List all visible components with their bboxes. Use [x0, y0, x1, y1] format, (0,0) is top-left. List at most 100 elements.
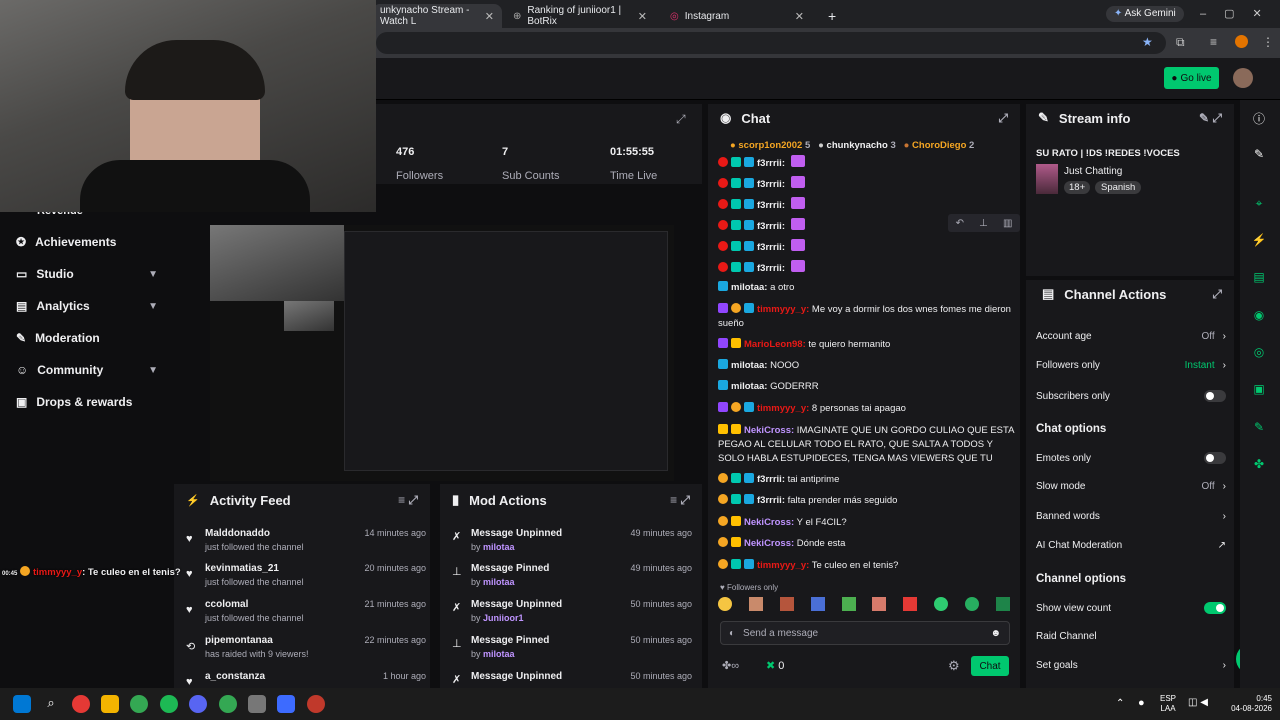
mod-user[interactable]: milotaa: [483, 649, 515, 659]
sidebar-item-community[interactable]: ☺ Community ▼: [0, 354, 172, 386]
chat-username[interactable]: NekiCross:: [744, 517, 794, 528]
chat-username[interactable]: timmyyy_y:: [757, 560, 809, 571]
emoji-icon[interactable]: ◐: [729, 628, 735, 639]
filter-icon[interactable]: ≡ ⤢: [398, 493, 418, 508]
tray-chevron-icon[interactable]: ⌃: [1116, 698, 1124, 709]
filter-icon[interactable]: ≡ ⤢: [670, 493, 690, 508]
mod-user[interactable]: Juniioor1: [483, 613, 524, 623]
chat-username[interactable]: NekiCross:: [744, 538, 794, 549]
chrome-icon[interactable]: [219, 695, 237, 713]
set-goals-row[interactable]: Set goals ›: [1036, 660, 1226, 671]
profile-avatar[interactable]: [1235, 35, 1248, 48]
popout-icon[interactable]: ⤢: [998, 111, 1008, 126]
user-avatar[interactable]: [1233, 68, 1253, 88]
app-icon[interactable]: [277, 695, 295, 713]
chat-message[interactable]: NekiCross: IMAGINATE QUE UN GORDO CULIAO…: [718, 424, 1018, 466]
chat-message[interactable]: milotaa: a otro: [718, 281, 1018, 295]
file-explorer-icon[interactable]: [101, 695, 119, 713]
chat-message[interactable]: timmyyy_y: Me voy a dormir los dos wnes …: [718, 303, 1018, 331]
mod-user[interactable]: milotaa: [483, 542, 515, 552]
popout-icon[interactable]: ⤢: [1212, 287, 1222, 302]
chat-username[interactable]: f3rrrii:: [757, 263, 785, 274]
emotes-only-toggle[interactable]: [1204, 452, 1226, 464]
menu-icon[interactable]: ⋮: [1262, 35, 1274, 49]
address-bar[interactable]: [376, 32, 1166, 54]
message-actions[interactable]: ↶ ⊥ ▥: [948, 214, 1020, 232]
emote-icon[interactable]: [779, 597, 794, 611]
chat-message[interactable]: timmyyy_y: 8 personas tai apagao: [718, 402, 1018, 416]
popout-icon[interactable]: ⤢: [676, 112, 686, 127]
users-icon[interactable]: ✤: [1250, 457, 1268, 475]
slow-mode-row[interactable]: Slow mode Off ›: [1036, 481, 1226, 492]
mod-user[interactable]: milotaa: [483, 577, 515, 587]
ai-moderation-row[interactable]: AI Chat Moderation ↗: [1036, 540, 1226, 551]
edit-icon[interactable]: ✎ ⤢: [1199, 111, 1222, 126]
chat-username[interactable]: f3rrrii:: [757, 200, 785, 211]
feed-user[interactable]: ccolomal: [205, 599, 248, 610]
chat-username[interactable]: f3rrrii:: [757, 158, 785, 169]
pin-icon[interactable]: ⊥: [979, 218, 988, 229]
window-controls[interactable]: –▢✕: [1200, 7, 1280, 20]
app-icon[interactable]: [72, 695, 90, 713]
chat-message[interactable]: f3rrrii:: [718, 239, 1018, 255]
emote-icon[interactable]: [748, 597, 763, 611]
feed-user[interactable]: pipemontanaa: [205, 635, 273, 646]
chat-username[interactable]: f3rrrii:: [757, 474, 785, 485]
subscribers-only-toggle[interactable]: [1204, 390, 1226, 402]
network-icon[interactable]: ◫ ◀: [1188, 697, 1208, 708]
emote-icon[interactable]: [995, 597, 1010, 611]
broadcast-icon[interactable]: ◎: [1250, 345, 1268, 363]
pencil-icon[interactable]: ✎: [1250, 147, 1268, 165]
chat-message[interactable]: milotaa: GODERRR: [718, 380, 1018, 394]
chat-username[interactable]: f3rrrii:: [757, 242, 785, 253]
emote-icon[interactable]: [872, 597, 887, 611]
emote-picker-icon[interactable]: ☻: [990, 628, 1001, 639]
gifter-name[interactable]: scorp1on2002: [738, 140, 802, 151]
delete-icon[interactable]: ▥: [1003, 218, 1012, 229]
account-age-row[interactable]: Account age Off ›: [1036, 331, 1226, 342]
chat-message[interactable]: MarioLeon98: te quiero hermanito: [718, 338, 1018, 352]
emote-icon[interactable]: [903, 597, 918, 611]
wrench-icon[interactable]: ✎: [1250, 420, 1268, 438]
send-chat-button[interactable]: Chat: [971, 656, 1009, 676]
settings-icon[interactable]: [248, 695, 266, 713]
tab-search-icon[interactable]: ≡: [1210, 35, 1217, 49]
stream-category[interactable]: Just Chatting: [1064, 166, 1122, 177]
info-icon[interactable]: ⓘ: [1250, 110, 1268, 128]
feed-user[interactable]: a_constanza: [205, 671, 265, 682]
emote-icon[interactable]: [965, 597, 979, 611]
feed-user[interactable]: kevinmatias_21: [205, 563, 279, 574]
chat-username[interactable]: f3rrrii:: [757, 221, 785, 232]
gifter-name[interactable]: chunkynacho: [827, 140, 888, 151]
chat-message[interactable]: milotaa: NOOO: [718, 359, 1018, 373]
feed-user[interactable]: Malddonaddo: [205, 528, 270, 539]
emote-icon[interactable]: [810, 597, 825, 611]
raid-channel-row[interactable]: Raid Channel: [1036, 631, 1226, 642]
sidebar-item-achievements[interactable]: ✪ Achievements: [0, 226, 172, 258]
chat-message[interactable]: f3rrrii:: [718, 155, 1018, 171]
windows-start-icon[interactable]: [13, 695, 31, 713]
followers-only-row[interactable]: Followers only Instant ›: [1036, 360, 1226, 371]
sidebar-item-moderation[interactable]: ✎ Moderation: [0, 322, 172, 354]
close-icon[interactable]: ✕: [485, 10, 494, 23]
spotify-icon[interactable]: [160, 695, 178, 713]
emote-bar[interactable]: [718, 597, 1010, 615]
chat-username[interactable]: milotaa:: [731, 360, 767, 371]
chat-message[interactable]: timmyyy_y: Te culeo en el tenis?: [718, 559, 1018, 573]
chat-message[interactable]: f3rrrii:: [718, 176, 1018, 192]
chat-message[interactable]: NekiCross: Y el F4CIL?: [718, 516, 1018, 530]
chat-username[interactable]: timmyyy_y:: [757, 304, 809, 315]
bolt-icon[interactable]: ⚡: [1250, 233, 1268, 251]
chat-username[interactable]: timmyyy_y:: [757, 403, 809, 414]
tab-instagram[interactable]: ◎ Instagram ✕: [662, 4, 812, 28]
sidebar-item-studio[interactable]: ▭ Studio ▼: [0, 258, 172, 290]
chat-message[interactable]: NekiCross: Dónde esta: [718, 537, 1018, 551]
mic-icon[interactable]: ●: [1138, 697, 1145, 709]
clock[interactable]: 0:45 04-08-2026: [1222, 694, 1272, 714]
sidebar-item-analytics[interactable]: ▤ Analytics ▼: [0, 290, 172, 322]
close-icon[interactable]: ✕: [638, 10, 647, 23]
category-thumbnail[interactable]: [1036, 164, 1058, 194]
chat-message[interactable]: f3rrrii: tai antiprime: [718, 473, 1018, 487]
new-tab-button[interactable]: +: [820, 4, 844, 28]
chat-username[interactable]: f3rrrii:: [757, 495, 785, 506]
